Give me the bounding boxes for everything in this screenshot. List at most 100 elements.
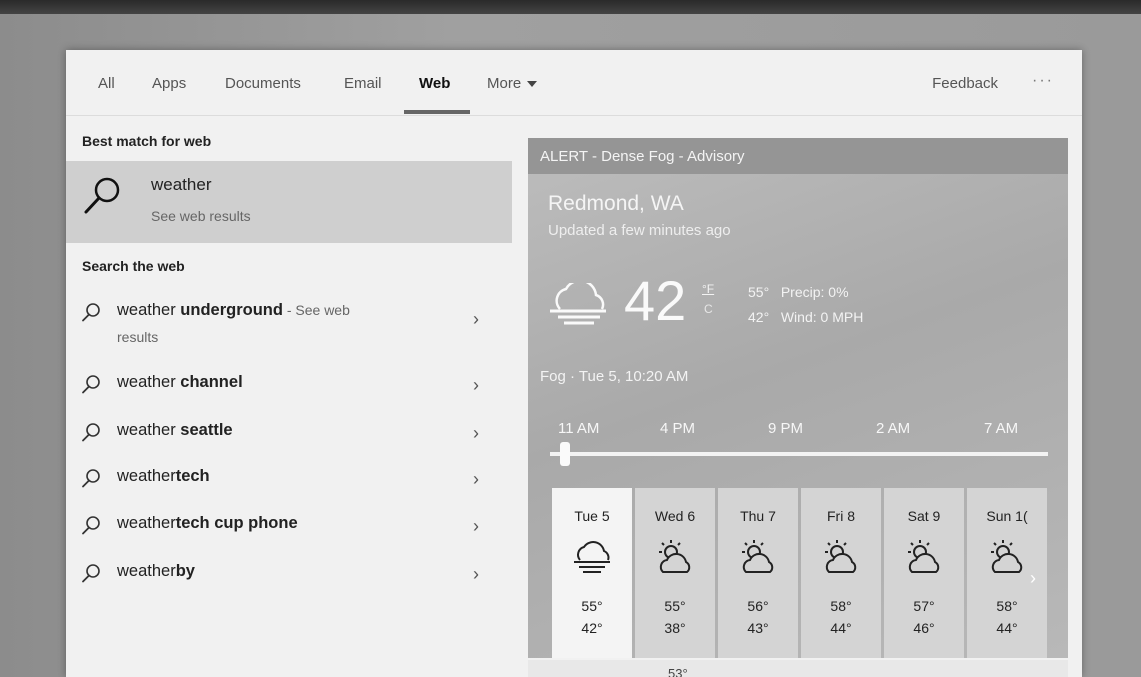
- tab-apps[interactable]: Apps: [152, 75, 186, 115]
- forecast-day[interactable]: Sat 9 57° 46°: [884, 488, 964, 658]
- search-icon: [84, 177, 120, 214]
- suggestion-label: weather underground - See web: [117, 301, 350, 320]
- tab-email[interactable]: Email: [344, 75, 382, 115]
- day-high: 57°: [913, 598, 935, 614]
- search-icon: [82, 564, 100, 583]
- active-tab-indicator: [404, 110, 470, 114]
- today-low: 42°: [748, 309, 770, 325]
- suggestion-label: weather channel: [117, 373, 243, 392]
- chevron-right-icon: ›: [473, 309, 479, 329]
- partly-cloudy-icon: [659, 540, 691, 573]
- day-low: 42°: [581, 620, 603, 636]
- suggestion-line2: results: [117, 329, 159, 345]
- tab-more-label: More: [487, 75, 522, 92]
- day-high: 58°: [996, 598, 1018, 614]
- day-low: 44°: [996, 620, 1018, 636]
- suggestion-item[interactable]: weathertech cup phone ›: [66, 510, 512, 554]
- suggestion-item[interactable]: weather seattle ›: [66, 417, 512, 461]
- search-icon: [82, 469, 100, 488]
- hour-label: 9 PM: [768, 420, 804, 437]
- search-icon: [82, 423, 100, 442]
- suggestion-prefix: weather: [117, 514, 176, 532]
- suggestion-suffix: - See web: [282, 302, 350, 318]
- best-match-title: weather: [151, 175, 212, 194]
- suggestion-prefix: weather: [117, 373, 181, 391]
- suggestion-prefix: weather: [117, 467, 176, 485]
- search-icon: [82, 375, 100, 394]
- partly-cloudy-icon: [908, 540, 940, 573]
- suggestion-item[interactable]: weatherby ›: [66, 558, 512, 602]
- day-low: 46°: [913, 620, 935, 636]
- high-low-precip: 55° Precip: 0%: [748, 280, 863, 305]
- unit-celsius[interactable]: C: [704, 302, 713, 316]
- forecast-day[interactable]: Wed 6 55° 38°: [635, 488, 715, 658]
- suggestion-item[interactable]: weather underground - See web results ›: [66, 297, 512, 345]
- search-icon: [82, 516, 100, 535]
- suggestion-bold: tech cup phone: [175, 514, 298, 532]
- weather-updated: Updated a few minutes ago: [548, 222, 731, 239]
- suggestion-label: weather seattle: [117, 421, 233, 440]
- day-low: 43°: [747, 620, 769, 636]
- fog-icon: [550, 283, 606, 325]
- best-match-item[interactable]: weather See web results: [66, 161, 512, 243]
- suggestion-bold: tech: [175, 467, 210, 485]
- search-panel: All Apps Documents Email Web More Feedba…: [66, 50, 1082, 677]
- unit-fahrenheit[interactable]: °F: [702, 282, 714, 296]
- day-high: 58°: [830, 598, 852, 614]
- day-high: 55°: [581, 598, 603, 614]
- tab-documents[interactable]: Documents: [225, 75, 301, 115]
- day-name: Thu 7: [740, 508, 776, 524]
- day-name: Sun 1(: [986, 508, 1028, 524]
- suggestion-label: weathertech: [117, 467, 210, 486]
- fog-icon: [574, 541, 610, 573]
- suggestion-prefix: weather: [117, 301, 181, 319]
- hour-label: 7 AM: [984, 420, 1019, 437]
- weather-card[interactable]: ALERT - Dense Fog - Advisory Redmond, WA…: [528, 138, 1068, 658]
- suggestion-item[interactable]: weathertech ›: [66, 463, 512, 507]
- chevron-right-icon: ›: [473, 375, 479, 395]
- low-wind: 42° Wind: 0 MPH: [748, 305, 863, 330]
- suggestion-bold: by: [175, 562, 195, 580]
- chevron-right-icon[interactable]: ›: [1030, 568, 1036, 589]
- results-list: Best match for web weather See web resul…: [66, 117, 512, 677]
- chevron-down-icon: [527, 81, 538, 88]
- window-top-bar: [0, 0, 1141, 14]
- day-name: Fri 8: [827, 508, 855, 524]
- forecast-day[interactable]: Thu 7 56° 43°: [718, 488, 798, 658]
- weather-condition: Fog · Tue 5, 10:20 AM: [540, 368, 689, 385]
- chevron-right-icon: ›: [473, 469, 479, 489]
- current-temperature: 42: [624, 269, 687, 332]
- day-low: 44°: [830, 620, 852, 636]
- today-high: 55°: [748, 284, 770, 300]
- weather-stats: 55° Precip: 0% 42° Wind: 0 MPH: [748, 280, 863, 330]
- feedback-button[interactable]: Feedback: [932, 75, 998, 92]
- hour-label: 2 AM: [876, 420, 911, 437]
- chevron-right-icon: ›: [473, 516, 479, 536]
- partly-cloudy-icon: [991, 540, 1023, 573]
- day-high: 55°: [664, 598, 686, 614]
- tab-all[interactable]: All: [98, 75, 115, 115]
- wind: Wind: 0 MPH: [780, 309, 864, 325]
- day-high: 56°: [747, 598, 769, 614]
- suggestion-prefix: weather: [117, 421, 181, 439]
- suggestion-item[interactable]: weather channel ›: [66, 369, 512, 413]
- forecast-day[interactable]: Fri 8 58° 44°: [801, 488, 881, 658]
- precip: Precip: 0%: [780, 284, 849, 300]
- suggestion-prefix: weather: [117, 562, 176, 580]
- weather-alert[interactable]: ALERT - Dense Fog - Advisory: [528, 138, 1068, 174]
- suggestion-bold: channel: [180, 373, 243, 391]
- chevron-right-icon: ›: [473, 423, 479, 443]
- day-name: Sat 9: [907, 508, 941, 524]
- day-name: Wed 6: [654, 508, 696, 524]
- forecast-day[interactable]: Tue 5 55° 42°: [552, 488, 632, 658]
- hourly-slider-track[interactable]: [550, 452, 1048, 456]
- search-icon: [82, 303, 100, 322]
- hour-label: 11 AM: [558, 420, 600, 437]
- hour-label: 4 PM: [660, 420, 696, 437]
- more-options-button[interactable]: ···: [1032, 72, 1054, 90]
- chevron-right-icon: ›: [473, 564, 479, 584]
- card-bottom-strip: [528, 660, 1068, 677]
- tab-more[interactable]: More: [487, 75, 538, 115]
- hourly-slider-handle[interactable]: [560, 442, 570, 466]
- tab-web[interactable]: Web: [419, 75, 450, 115]
